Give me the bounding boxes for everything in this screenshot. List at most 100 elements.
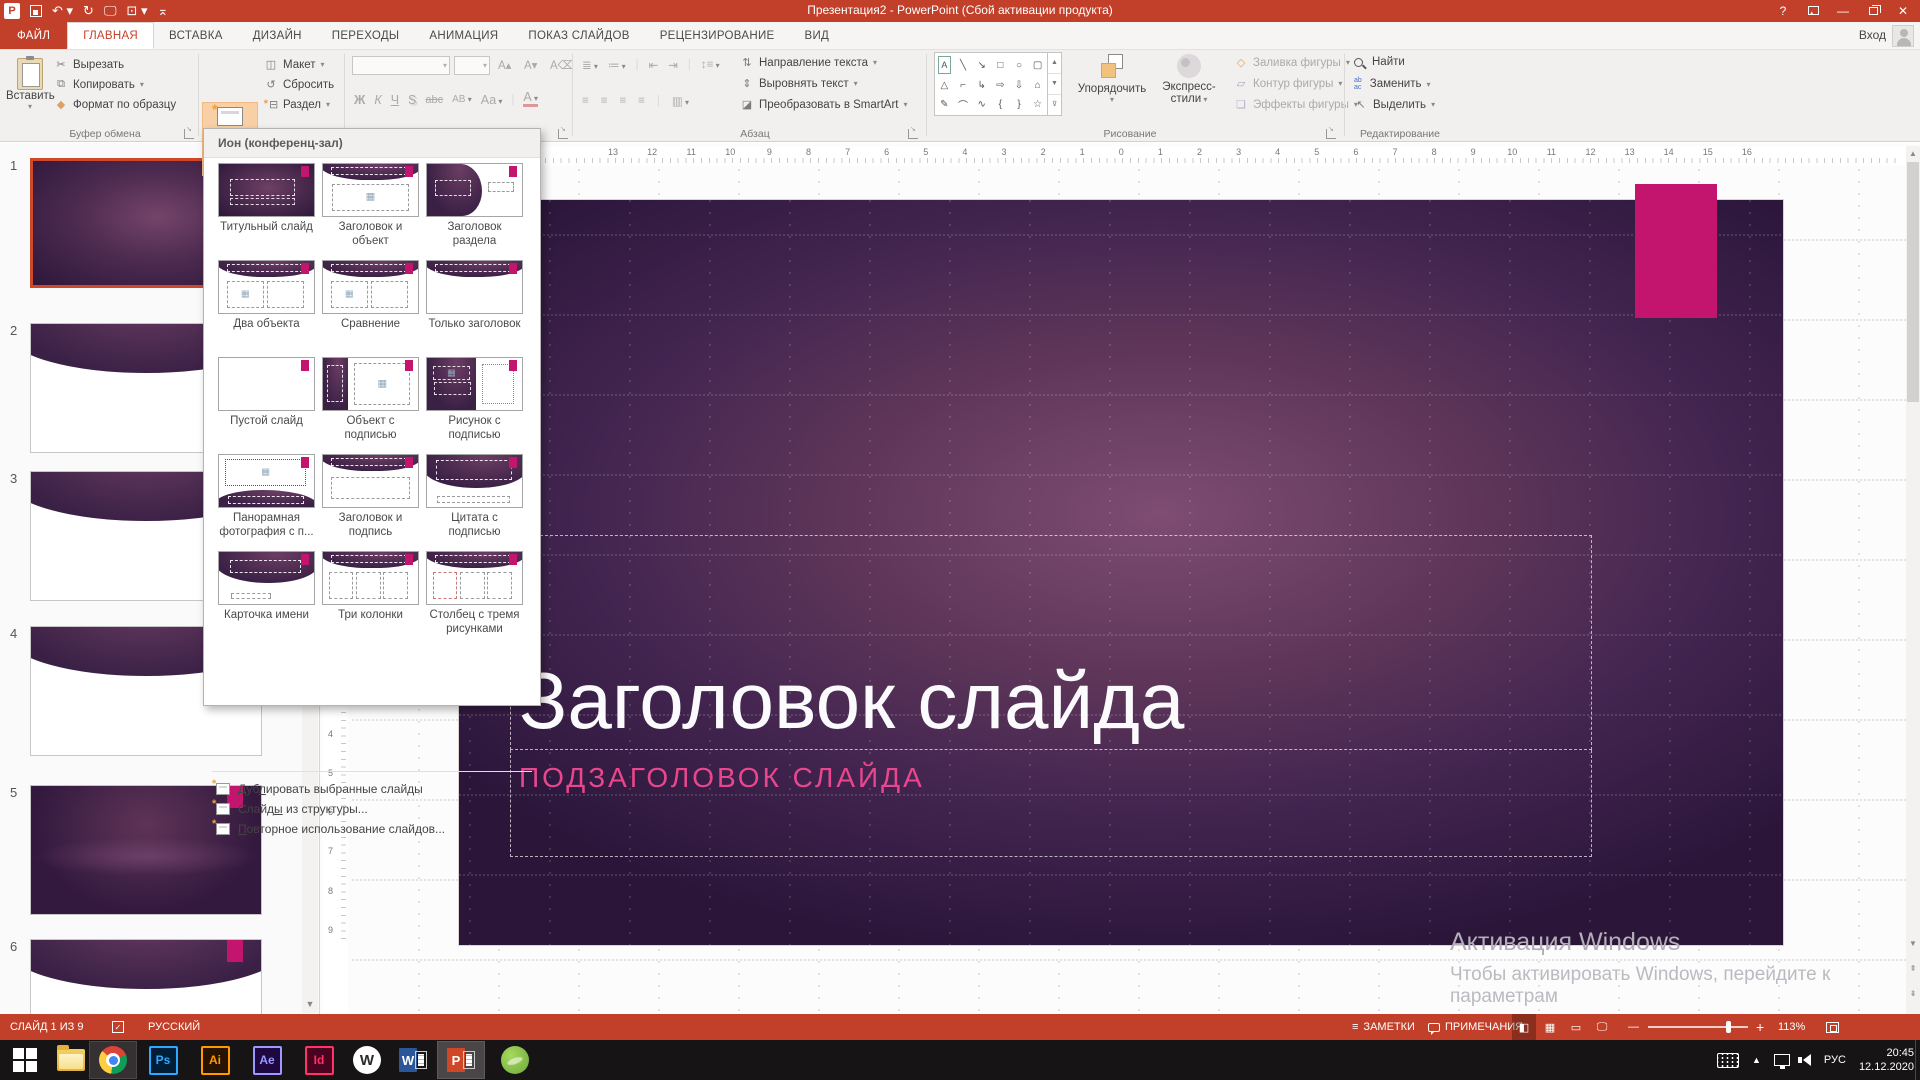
spellcheck-icon[interactable]: ✓ [112,1014,124,1040]
shape-effects-button[interactable]: ❏ Эффекты фигуры [1234,98,1358,111]
zoom-in-button[interactable]: + [1756,1014,1764,1040]
layout-option-picture-caption[interactable]: Рисунок с подписью [425,357,524,442]
tab-вид[interactable]: ВИД [790,22,845,49]
layout-option-name-card[interactable]: Карточка имени [217,551,316,622]
shape-icon-16[interactable]: } [1010,94,1029,115]
layout-option-blank[interactable]: Пустой слайд [217,357,316,428]
text-direction-button[interactable]: ⇅ Направление текста [740,56,877,69]
tab-рецензирование[interactable]: РЕЦЕНЗИРОВАНИЕ [645,22,790,49]
shape-icon-7[interactable]: ⌐ [954,77,973,94]
shape-outline-button[interactable]: ▱ Контур фигуры [1234,77,1342,90]
paste-button[interactable]: Вставить ▾ [6,56,54,128]
close-button[interactable]: ✕ [1890,1,1916,21]
shape-icon-13[interactable]: ⌒ [954,94,973,115]
select-button[interactable]: ↖ Выделить [1354,98,1435,111]
zoom-percentage[interactable]: 113% [1778,1014,1805,1040]
shapes-scroll-up-icon[interactable]: ▲ [1048,53,1061,73]
shapes-gallery-scrollbar[interactable]: ▲ ▼ ⊽ [1047,53,1061,115]
pink-accent-rectangle[interactable] [1635,184,1717,318]
taskbar-start-button[interactable] [2,1042,48,1078]
clock[interactable]: 20:45 12.12.2020 [1859,1046,1914,1074]
layout-option-section[interactable]: Заголовок раздела [425,163,524,248]
ribbon-display-options-button[interactable] [1800,1,1826,21]
layout-option-title-only[interactable]: Только заголовок [425,260,524,331]
tab-файл[interactable]: ФАЙЛ [0,22,67,49]
layout-option-title-caption[interactable]: Заголовок и подпись [321,454,420,539]
scroll-up-button[interactable]: ▲ [1906,146,1920,161]
shape-icon-15[interactable]: { [991,94,1010,115]
volume-icon[interactable] [1803,1054,1811,1066]
clear-formatting-button[interactable]: А⌫ [550,58,574,72]
language-indicator[interactable]: РУССКИЙ [148,1014,200,1040]
gallery-menu-item-1[interactable]: Слайды из структуры... [204,799,540,818]
shapes-more-icon[interactable]: ⊽ [1048,94,1061,115]
arrange-button[interactable]: Упорядочить ▾ [1072,54,1152,104]
notes-button[interactable]: ≡ЗАМЕТКИ [1352,1014,1415,1040]
font-name-combobox[interactable] [352,56,450,75]
zoom-slider-handle[interactable] [1726,1021,1731,1033]
layout-option-panorama[interactable]: Панорамная фотография с п... [217,454,316,539]
paragraph-dialog-launcher[interactable] [908,129,918,139]
taskbar-after-effects[interactable]: Ae [244,1042,290,1078]
layout-option-quote-caption[interactable]: Цитата с подписью [425,454,524,539]
shape-icon-6[interactable]: △ [935,77,954,94]
shape-icon-0[interactable]: A [938,56,951,74]
shape-icon-5[interactable]: ▢ [1028,53,1047,77]
italic-button[interactable]: К [374,93,381,107]
taskbar-powerpoint[interactable]: P [438,1042,484,1078]
horizontal-ruler[interactable]: 1312111098765432101234567891011121314151… [322,146,1906,166]
align-center-icon[interactable]: ≡ [601,95,608,107]
zoom-slider[interactable] [1648,1026,1748,1028]
taskbar-green-app[interactable] [492,1042,538,1078]
quick-styles-button[interactable]: Экспресс- стили [1156,54,1222,105]
slideshow-button[interactable]: 🖵 [1590,1014,1614,1040]
thumbnails-scroll-down-button[interactable]: ▼ [302,996,318,1012]
replace-button[interactable]: abac Заменить [1354,77,1431,91]
slide-sorter-view-button[interactable]: ▦ [1538,1014,1562,1040]
tab-анимация[interactable]: АНИМАЦИЯ [414,22,513,49]
reset-button[interactable]: ↺ Сбросить [264,78,334,91]
shape-icon-14[interactable]: ∿ [972,94,991,115]
slide-title-text[interactable]: Заголовок слайда [519,659,1184,743]
save-icon[interactable] [30,5,42,17]
strikethrough-button[interactable]: abc [425,94,443,106]
taskbar-indesign[interactable]: Id [296,1042,342,1078]
fit-to-window-button[interactable] [1826,1014,1839,1040]
shape-icon-9[interactable]: ⇨ [991,77,1010,94]
touch-mode-icon[interactable]: ⊡ ▾ [126,1,147,21]
input-language[interactable]: РУС [1824,1054,1846,1066]
bullets-icon[interactable]: ≣ [582,58,598,72]
customize-qat-icon[interactable]: ⌅ [158,1,169,21]
shape-icon-11[interactable]: ⌂ [1028,77,1047,94]
zoom-out-button[interactable]: — [1628,1014,1639,1040]
align-right-icon[interactable]: ≡ [619,95,626,107]
clipboard-dialog-launcher[interactable] [184,129,194,139]
help-button[interactable]: ? [1770,1,1796,21]
main-vertical-scrollbar[interactable]: ▲ ▼ ⇞ ⇟ [1906,146,1920,1014]
taskbar-word[interactable]: W [390,1042,436,1078]
layout-option-two-objects[interactable]: Два объекта [217,260,316,331]
minimize-button[interactable]: — [1830,1,1856,21]
shape-icon-17[interactable]: ☆ [1028,94,1047,115]
shape-fill-button[interactable]: ◇ Заливка фигуры [1234,56,1350,69]
comments-button[interactable]: ПРИМЕЧАНИЯ [1428,1014,1523,1040]
bold-button[interactable]: Ж [354,93,365,107]
tab-показ слайдов[interactable]: ПОКАЗ СЛАЙДОВ [513,22,644,49]
increase-indent-icon[interactable]: ⇥ [668,58,678,72]
taskbar-photoshop[interactable]: Ps [140,1042,186,1078]
shape-icon-3[interactable]: □ [991,53,1010,77]
shape-icon-1[interactable]: ╲ [954,53,973,77]
shape-icon-10[interactable]: ⇩ [1010,77,1029,94]
tray-expand-icon[interactable]: ▲ [1752,1055,1761,1065]
layout-button[interactable]: ◫ Макет [264,58,325,71]
taskbar-file-explorer[interactable] [48,1042,94,1078]
find-button[interactable]: Найти [1354,56,1405,68]
slide-subtitle-text[interactable]: ПОДЗАГОЛОВОК СЛАЙДА [519,762,1591,794]
gallery-menu-item-0[interactable]: Дублировать выбранные слайды [204,779,540,798]
shrink-font-button[interactable]: А▾ [524,58,537,72]
title-placeholder[interactable]: Заголовок слайда [510,535,1592,750]
shapes-scroll-down-icon[interactable]: ▼ [1048,73,1061,94]
restore-button[interactable] [1860,1,1886,21]
sign-in-link[interactable]: Вход [1859,28,1886,42]
change-case-button[interactable]: Аа [481,93,503,107]
